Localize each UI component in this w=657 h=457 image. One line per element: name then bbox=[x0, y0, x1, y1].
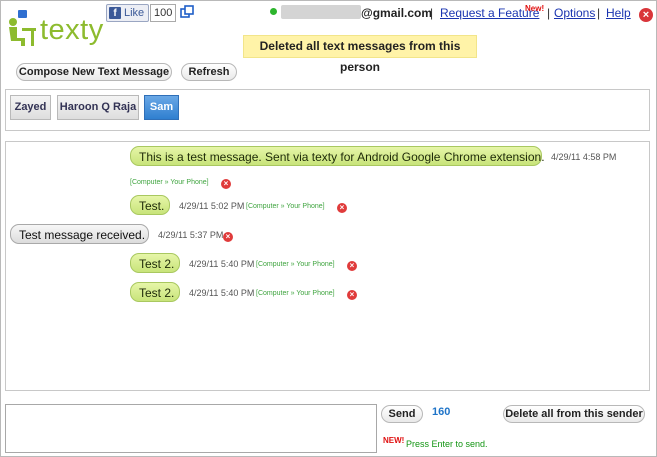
message-route: [Computer » Your Phone] bbox=[256, 261, 335, 268]
popout-window-icon[interactable] bbox=[180, 5, 194, 19]
account-email: @gmail.com bbox=[361, 6, 433, 20]
help-link[interactable]: Help bbox=[606, 6, 631, 20]
facebook-icon: f bbox=[109, 7, 121, 19]
message-timestamp: 4/29/11 5:40 PM bbox=[189, 259, 255, 269]
refresh-button[interactable]: Refresh bbox=[181, 63, 237, 81]
message-route: [Computer » Your Phone] bbox=[256, 290, 335, 297]
delete-message-icon[interactable]: × bbox=[347, 261, 357, 271]
message-timestamp: 4/29/11 4:58 PM bbox=[551, 152, 617, 162]
delete-all-from-sender-button[interactable]: Delete all from this sender bbox=[503, 405, 645, 423]
delete-message-icon[interactable]: × bbox=[347, 290, 357, 300]
outgoing-message-bubble: Test 2. bbox=[130, 253, 180, 273]
message-route: [Computer » Your Phone] bbox=[246, 203, 325, 210]
delete-message-icon[interactable]: × bbox=[223, 232, 233, 242]
header-separator: | bbox=[430, 6, 434, 20]
online-status-icon bbox=[270, 8, 277, 15]
message-timestamp: 4/29/11 5:02 PM bbox=[179, 201, 245, 211]
contact-tab-zayed[interactable]: Zayed bbox=[10, 95, 51, 120]
outgoing-message-bubble: This is a test message. Sent via texty f… bbox=[130, 146, 545, 166]
delete-message-icon[interactable]: × bbox=[221, 179, 231, 189]
new-badge: NEW! bbox=[383, 436, 405, 445]
send-button[interactable]: Send bbox=[381, 405, 423, 423]
message-timestamp: 4/29/11 5:40 PM bbox=[189, 288, 255, 298]
outgoing-message-bubble: Test 2. bbox=[130, 282, 180, 302]
compose-button[interactable]: Compose New Text Message bbox=[16, 63, 172, 81]
header-separator: | bbox=[547, 6, 551, 20]
contact-tab-sam[interactable]: Sam bbox=[144, 95, 179, 120]
message-input[interactable] bbox=[5, 404, 377, 453]
facebook-like-button[interactable]: f Like bbox=[106, 4, 150, 22]
message-route: [Computer » Your Phone] bbox=[130, 179, 209, 186]
incoming-message-bubble: Test message received. bbox=[10, 224, 149, 244]
facebook-like-label: Like bbox=[124, 7, 145, 19]
header-separator: | bbox=[597, 6, 601, 20]
outgoing-message-bubble: Test. bbox=[130, 195, 170, 215]
facebook-like-count: 100 bbox=[150, 4, 177, 22]
character-counter: 160 bbox=[432, 406, 451, 418]
contact-tab-haroon-q-raja[interactable]: Haroon Q Raja bbox=[57, 95, 139, 120]
options-link[interactable]: Options bbox=[554, 6, 595, 20]
close-icon[interactable]: × bbox=[639, 8, 653, 22]
status-banner: Deleted all text messages from this pers… bbox=[243, 35, 477, 74]
email-redacted bbox=[281, 5, 361, 19]
texty-logo-icon bbox=[9, 10, 36, 46]
app-logo-text: texty bbox=[40, 14, 104, 46]
enter-to-send-hint: Press Enter to send. bbox=[406, 439, 488, 449]
delete-message-icon[interactable]: × bbox=[337, 203, 347, 213]
new-badge: New! bbox=[525, 4, 545, 13]
message-timestamp: 4/29/11 5:37 PM bbox=[158, 230, 224, 240]
